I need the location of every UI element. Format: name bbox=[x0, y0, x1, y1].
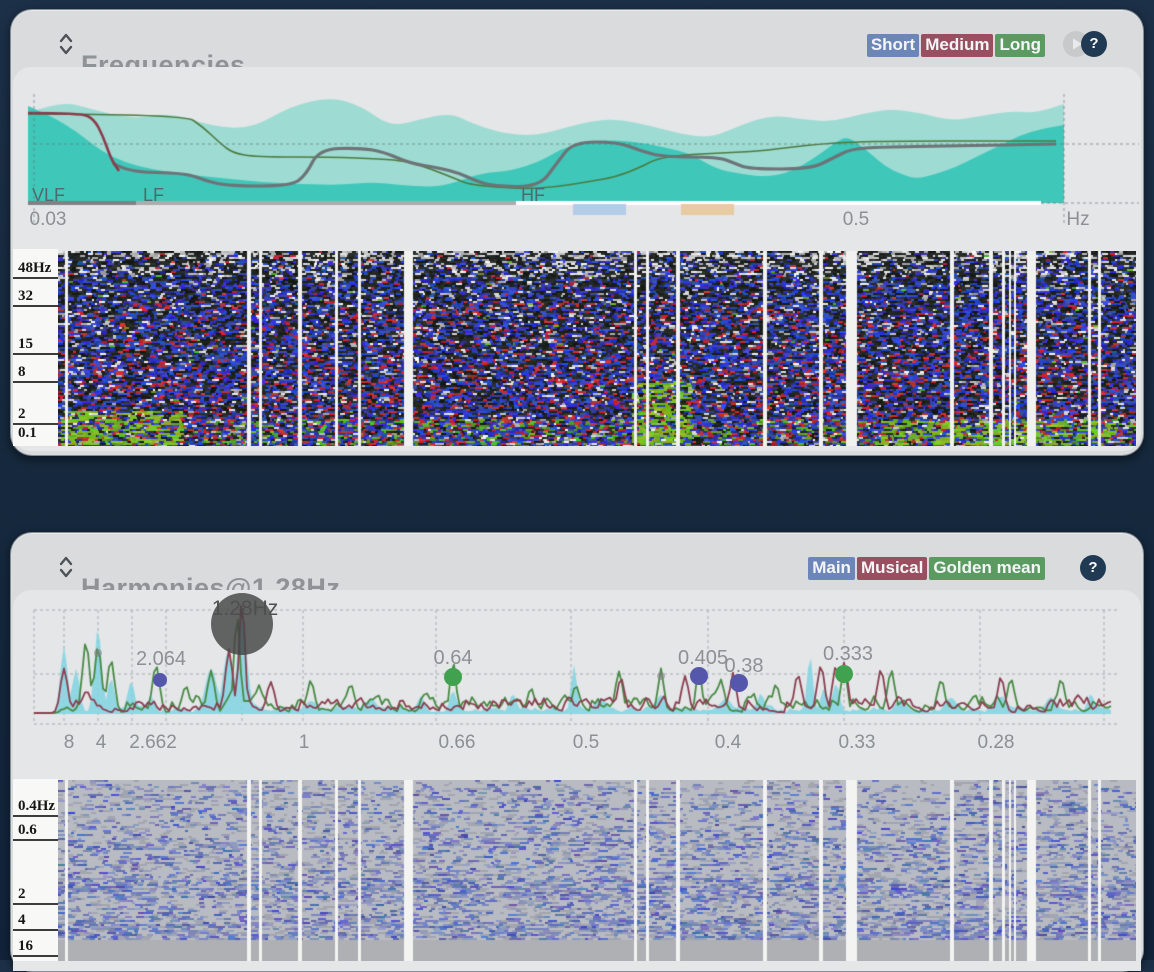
help-button[interactable]: ? bbox=[1081, 31, 1107, 57]
help-button[interactable]: ? bbox=[1080, 555, 1106, 581]
peak-marker[interactable] bbox=[444, 668, 462, 686]
axis-tick: 4 bbox=[96, 732, 107, 754]
spec-axis-label: 8 bbox=[13, 364, 58, 383]
panel-frequencies: Frequencies ShortMediumLong ? VLFLFHF0.0… bbox=[10, 9, 1144, 456]
peak-marker[interactable] bbox=[835, 665, 853, 683]
legend-chip-musical[interactable]: Musical bbox=[857, 557, 927, 580]
legend-chip-medium[interactable]: Medium bbox=[921, 34, 993, 57]
spec-axis-label: 32 bbox=[13, 288, 58, 307]
legend-chip-short[interactable]: Short bbox=[867, 34, 919, 57]
spec-axis-label: 0.4Hz bbox=[13, 798, 58, 817]
frequencies-chart-canvas[interactable] bbox=[13, 76, 1141, 226]
axis-tick: 0.5 bbox=[843, 209, 869, 231]
spec-axis-label: 4 bbox=[13, 912, 58, 931]
axis-tick: 0.33 bbox=[839, 732, 876, 754]
axis-tick: 0.03 bbox=[30, 209, 67, 231]
collapse-button[interactable] bbox=[57, 32, 75, 58]
band-label-lf: LF bbox=[143, 185, 164, 206]
peak-marker[interactable] bbox=[657, 672, 665, 680]
harmonies-spectrogram-canvas bbox=[58, 780, 1136, 961]
peak-marker[interactable] bbox=[153, 673, 167, 687]
spec-axis-label: 48Hz bbox=[13, 260, 58, 279]
legend-chip-main[interactable]: Main bbox=[808, 557, 855, 580]
spec-axis-label: 0.6 bbox=[13, 822, 58, 841]
spec-axis-label: 16 bbox=[13, 938, 58, 957]
band-label-hf: HF bbox=[521, 185, 545, 206]
peak-label: 0.405 bbox=[678, 647, 728, 670]
peak-label: 2.064 bbox=[136, 648, 186, 671]
peak-label: 1.28Hz bbox=[212, 597, 279, 621]
axis-tick: 0.4 bbox=[715, 732, 741, 754]
peak-label: 0.38 bbox=[725, 655, 764, 678]
up-down-chevron-icon bbox=[58, 555, 74, 579]
legend-chip-golden-mean[interactable]: Golden mean bbox=[929, 557, 1045, 580]
axis-tick: 2.662 bbox=[129, 732, 177, 754]
spec-axis-label: 2 bbox=[13, 886, 58, 905]
axis-tick: Hz bbox=[1066, 209, 1089, 231]
harmonies-legend: MainMusicalGolden mean bbox=[808, 557, 1045, 580]
spec-axis-label: 0.1 bbox=[13, 425, 58, 442]
spec-axis-label: 15 bbox=[13, 336, 58, 355]
up-down-chevron-icon bbox=[58, 32, 74, 56]
axis-tick: 8 bbox=[64, 732, 75, 754]
collapse-button[interactable] bbox=[57, 555, 75, 581]
axis-tick: 0.28 bbox=[978, 732, 1015, 754]
peak-marker[interactable] bbox=[94, 649, 102, 657]
frequencies-spectrogram-canvas bbox=[58, 251, 1136, 446]
band-label-vlf: VLF bbox=[32, 185, 65, 206]
spec-axis-label: 2 bbox=[13, 406, 58, 425]
panel-harmonies: Harmonies@1.28Hz MainMusicalGolden mean … bbox=[10, 532, 1144, 972]
frequencies-legend: ShortMediumLong bbox=[867, 34, 1045, 57]
axis-tick: 0.5 bbox=[573, 732, 599, 754]
axis-tick: 1 bbox=[299, 732, 310, 754]
peak-label: 0.333 bbox=[823, 643, 873, 666]
axis-tick: 0.66 bbox=[439, 732, 476, 754]
peak-label: 0.64 bbox=[434, 647, 473, 670]
legend-chip-long[interactable]: Long bbox=[995, 34, 1045, 57]
